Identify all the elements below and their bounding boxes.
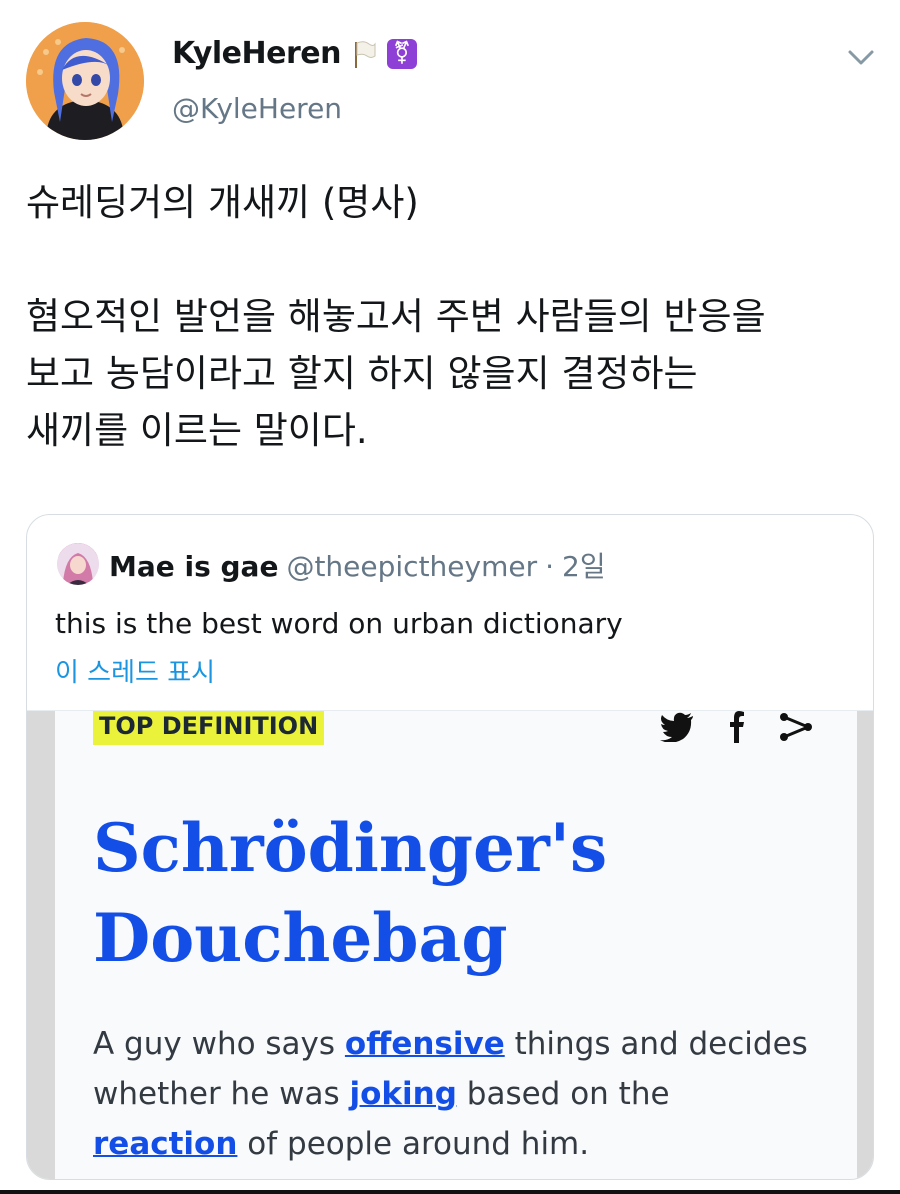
user-avatar[interactable] <box>26 22 144 140</box>
show-thread-link[interactable]: 이 스레드 표시 <box>55 652 215 689</box>
attached-image[interactable]: TOP DEFINITION Schrödinger's Douchebag A… <box>27 711 873 1179</box>
definition-title-line-1: Schrödinger's <box>93 809 608 887</box>
quoted-display-name[interactable]: Mae is gae <box>109 550 278 583</box>
bottom-edge-bar <box>0 1190 900 1194</box>
definition-part-4: of people around him. <box>237 1126 590 1162</box>
quoted-tweet-text: this is the best word on urban dictionar… <box>55 607 623 640</box>
avatar-illustration <box>26 22 144 140</box>
quoted-tweet-card[interactable]: Mae is gae @theepictheymer · 2일 this is … <box>26 514 874 1180</box>
quoted-handle[interactable]: @theepictheymer <box>286 550 537 583</box>
quoted-user-avatar[interactable] <box>57 543 99 585</box>
urban-dictionary-screenshot: TOP DEFINITION Schrödinger's Douchebag A… <box>55 711 857 1179</box>
separator-dot: · <box>545 550 555 583</box>
definition-title: Schrödinger's Douchebag <box>93 803 833 983</box>
quoted-tweet-header: Mae is gae @theepictheymer · 2일 <box>109 545 606 585</box>
definition-title-line-2: Douchebag <box>93 899 508 977</box>
definition-text: A guy who says offensive things and deci… <box>93 1019 813 1169</box>
author-display-name[interactable]: KyleHeren <box>172 36 341 71</box>
author-name-row: KyleHeren ⚧ <box>172 36 417 71</box>
share-icons <box>659 711 813 743</box>
chevron-down-icon[interactable] <box>844 40 878 74</box>
definition-link-offensive: offensive <box>344 1026 505 1062</box>
author-handle[interactable]: @KyleHeren <box>172 92 342 125</box>
definition-part-3: based on the <box>456 1076 670 1112</box>
tweet-text: 슈레딩거의 개새끼 (명사) 혐오적인 발언을 해놓고서 주변 사람들의 반응을… <box>26 181 766 452</box>
definition-link-joking: joking <box>349 1076 457 1112</box>
white-flag-icon <box>351 39 377 69</box>
definition-link-reaction: reaction <box>93 1126 238 1162</box>
transgender-symbol-icon: ⚧ <box>386 38 417 69</box>
twitter-bird-icon <box>660 712 693 742</box>
quoted-timestamp[interactable]: 2일 <box>562 545 606 585</box>
definition-part-1: A guy who says <box>93 1026 345 1062</box>
facebook-f-icon <box>730 711 744 743</box>
share-icon <box>780 713 812 741</box>
top-definition-badge: TOP DEFINITION <box>93 711 325 745</box>
